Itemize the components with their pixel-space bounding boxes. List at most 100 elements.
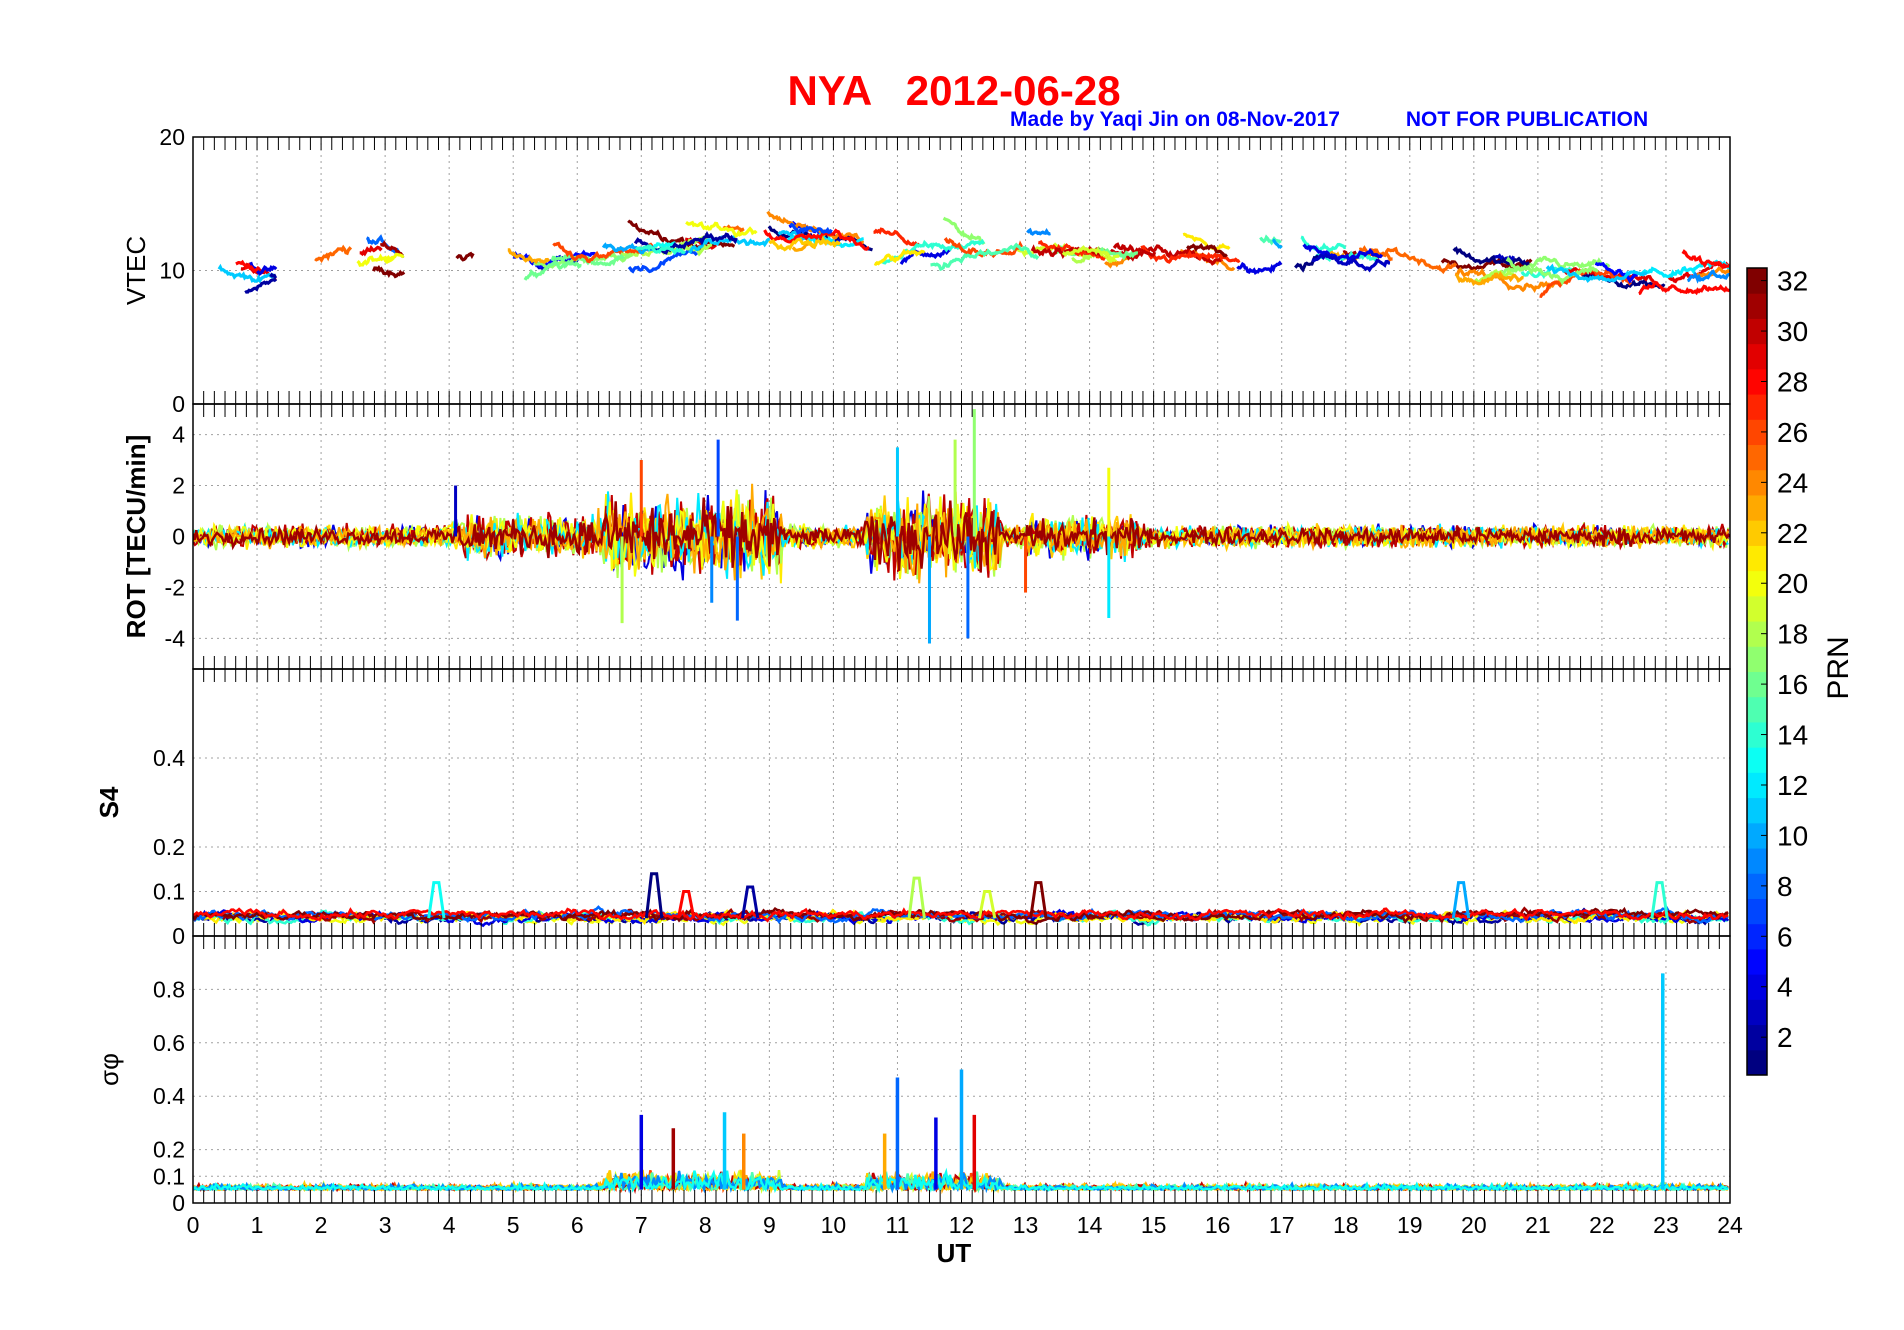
colorbar-tick-label: 10 [1777,820,1808,851]
x-tick-label: 3 [379,1212,392,1238]
colorbar-swatch [1747,999,1767,1026]
x-tick-label: 18 [1333,1212,1359,1238]
x-tick-label: 9 [763,1212,776,1238]
vtec-trace [873,248,926,267]
x-tick-label: 12 [949,1212,975,1238]
vtec-trace [1236,260,1283,275]
vtec-trace [1026,227,1051,236]
colorbar-swatch [1747,797,1767,824]
x-tick-label: 24 [1717,1212,1743,1238]
colorbar-tick-label: 18 [1777,619,1808,650]
y-tick-label: 0.8 [153,976,185,1002]
y-tick-label: 4 [172,422,185,448]
vtec-trace [1294,254,1323,273]
y-tick-label: 0.2 [153,834,185,860]
colorbar-tick-label: 24 [1777,467,1808,498]
y-tick-label: 2 [172,473,185,499]
credit-text: Made by Yaqi Jin on 08-Nov-2017 [1010,108,1340,131]
x-tick-label: 13 [1013,1212,1039,1238]
x-tick-label: 15 [1141,1212,1167,1238]
chart-title: NYA 2012-06-28 [787,67,1120,114]
panel-sigma_phi: 00.10.20.40.60.8σφ0 1 2 3 4 5 6 7 8 9 10 11 12 13 14 15… [94,935,1743,1238]
colorbar-tick-label: 12 [1777,770,1808,801]
x-tick-label: 20 [1461,1212,1487,1238]
x-tick-label: 11 [886,1212,910,1238]
sigma-phi-axis-label: σφ [94,1053,124,1086]
panel-s4: 0 0.1 0.2 0.4 S4 [94,668,1731,949]
colorbar-swatch [1747,293,1767,319]
colorbar-swatch [1747,545,1767,572]
y-tick-label: 0 [172,1190,185,1216]
y-tick-label: 0 [172,923,185,949]
x-tick-label: 14 [1077,1212,1103,1238]
x-tick-label: 19 [1397,1212,1423,1238]
y-tick-label: 0 [172,391,185,417]
x-tick-label: 10 [821,1212,847,1238]
rot-axis-label: ROT [TECU/min] [121,435,151,639]
series-group [193,973,1730,1195]
y-tick-label: 0.4 [153,1083,185,1109]
colorbar-tick-label: 8 [1777,871,1793,902]
x-tick-label: 16 [1205,1212,1231,1238]
panels: 01020VTEC-4-2024ROT [TECU/min]00.10.20.4… [94,124,1743,1238]
colorbar-swatch [1747,898,1767,925]
colorbar-label: PRN [1822,636,1855,699]
x-tick-label: 17 [1269,1212,1295,1238]
vtec-trace [314,244,353,264]
x-tick-label: 0 [187,1212,200,1238]
panel-vtec: 0 10 20 VTEC [121,124,1731,417]
x-tick-label: 4 [443,1212,456,1238]
colorbar-swatch [1747,948,1767,975]
colorbar-tick-label: 6 [1777,921,1793,952]
notice-text: NOT FOR PUBLICATION [1406,108,1648,131]
colorbar-tick-label: 16 [1777,669,1808,700]
vtec-trace [1259,234,1282,246]
x-tick-label: 5 [507,1212,520,1238]
colorbar-swatch [1747,394,1767,420]
x-tick-label: 1 [251,1212,264,1238]
colorbar-swatch [1747,747,1767,773]
colorbar-swatch [1747,444,1767,471]
colorbar: 2468101214161820222426283032PRN [1746,266,1855,1076]
y-tick-label: 0.4 [153,745,185,771]
colorbar-tick-label: 32 [1777,266,1808,297]
colorbar-tick-label: 14 [1777,720,1808,751]
colorbar-tick-label: 2 [1777,1022,1793,1053]
vtec-trace [685,220,758,239]
y-tick-label: -2 [165,574,185,600]
colorbar-swatch [1747,646,1767,672]
x-tick-label: 8 [699,1212,712,1238]
vtec-trace [372,264,406,279]
colorbar-tick-label: 30 [1777,316,1808,347]
panel-rot: -4 -2 0 2 4 ROT [TECU/min] [121,403,1731,670]
vtec-trace [1638,280,1730,296]
colorbar-swatch [1747,848,1767,874]
colorbar-tick-label: 4 [1777,972,1793,1003]
x-tick-label: 22 [1589,1212,1615,1238]
x-tick-label: 6 [571,1212,584,1238]
colorbar-tick-label: 20 [1777,568,1808,599]
y-tick-label: 0.1 [153,1163,185,1189]
y-tick-label: 0.1 [153,879,185,905]
x-tick-label: 21 [1525,1212,1551,1238]
y-tick-label: 20 [159,124,185,150]
x-tick-label: 7 [635,1212,648,1238]
vtec-trace [359,244,383,257]
colorbar-swatch [1747,595,1767,622]
colorbar-tick-label: 22 [1777,518,1808,549]
colorbar-swatch [1747,696,1767,723]
x-axis-label: UT [937,1238,972,1268]
vtec-trace [873,227,921,248]
s4-axis-label: S4 [94,786,124,818]
colorbar-swatch [1747,1049,1767,1076]
vtec-trace [1681,249,1729,270]
colorbar-swatch [1747,343,1767,370]
y-tick-label: 10 [159,258,185,284]
colorbar-swatch [1747,494,1767,521]
figure: NYA 2012-06-28 Made by Yaqi Jin on 08-No… [94,67,1855,1268]
x-tick-label: 23 [1653,1212,1679,1238]
y-tick-label: -4 [165,625,186,651]
y-tick-label: 0.6 [153,1030,185,1056]
series-group [193,872,1730,928]
y-tick-label: 0 [172,524,185,550]
